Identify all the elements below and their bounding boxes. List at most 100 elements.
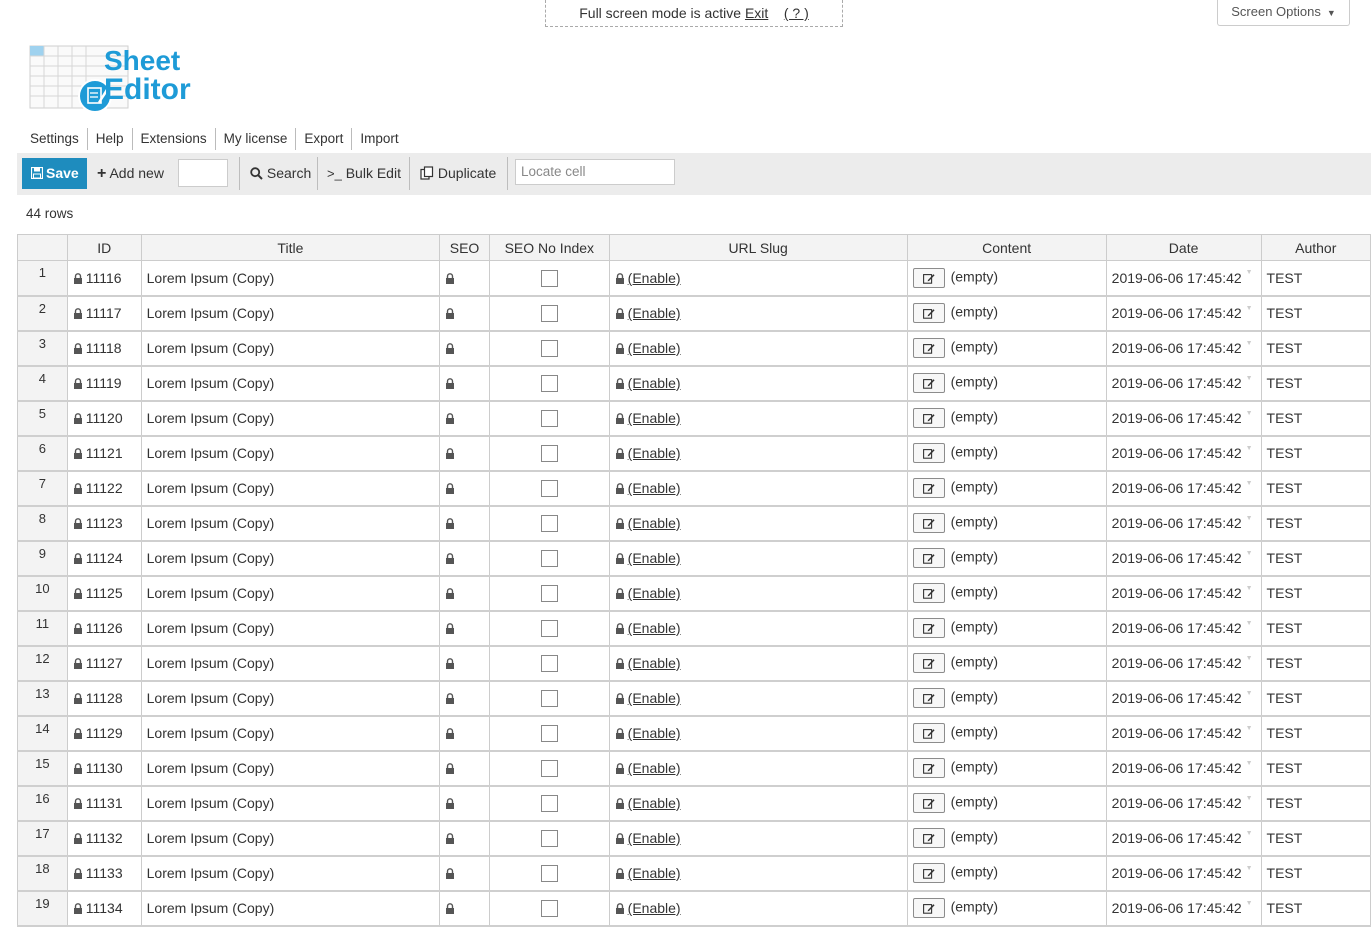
cell-date[interactable]: 2019-06-06 17:45:42 ▼: [1105, 680, 1262, 717]
cell-title[interactable]: Lorem Ipsum (Copy): [140, 785, 441, 822]
cell-url-slug[interactable]: (Enable): [608, 540, 908, 577]
cell-content[interactable]: (empty): [906, 890, 1107, 927]
cell-seo-no-index[interactable]: [488, 610, 610, 647]
cell-url-slug[interactable]: (Enable): [608, 330, 908, 367]
cell-url-slug[interactable]: (Enable): [608, 400, 908, 437]
cell-author[interactable]: TEST: [1260, 645, 1371, 682]
cell-id[interactable]: 11133: [66, 855, 142, 892]
cell-seo[interactable]: [439, 680, 490, 717]
cell-seo[interactable]: [439, 890, 490, 927]
cell-url-slug[interactable]: (Enable): [608, 855, 908, 892]
cell-seo[interactable]: [439, 820, 490, 857]
cell-date[interactable]: 2019-06-06 17:45:42 ▼: [1105, 890, 1262, 927]
cell-date[interactable]: 2019-06-06 17:45:42 ▼: [1105, 470, 1262, 507]
date-picker-arrow-icon[interactable]: ▼: [1246, 269, 1253, 276]
cell-id[interactable]: 11134: [66, 890, 142, 927]
seo-no-index-checkbox[interactable]: [540, 514, 558, 532]
cell-id[interactable]: 11122: [66, 470, 142, 507]
cell-author[interactable]: TEST: [1260, 785, 1371, 822]
url-slug-enable-link[interactable]: (Enable): [628, 725, 681, 741]
url-slug-enable-link[interactable]: (Enable): [628, 550, 681, 566]
menu-item-settings[interactable]: Settings: [22, 128, 88, 150]
cell-seo-no-index[interactable]: [488, 435, 610, 472]
url-slug-enable-link[interactable]: (Enable): [628, 270, 681, 286]
cell-seo-no-index[interactable]: [488, 855, 610, 892]
date-picker-arrow-icon[interactable]: ▼: [1246, 550, 1253, 557]
cell-author[interactable]: TEST: [1260, 540, 1371, 577]
cell-author[interactable]: TEST: [1260, 610, 1371, 647]
column-header-url-slug[interactable]: URL Slug: [608, 234, 908, 261]
cell-seo-no-index[interactable]: [488, 400, 610, 437]
url-slug-enable-link[interactable]: (Enable): [628, 445, 681, 461]
url-slug-enable-link[interactable]: (Enable): [628, 690, 681, 706]
date-picker-arrow-icon[interactable]: ▼: [1246, 445, 1253, 452]
cell-seo-no-index[interactable]: [488, 260, 610, 297]
cell-author[interactable]: TEST: [1260, 400, 1371, 437]
column-header-author[interactable]: Author: [1260, 234, 1371, 261]
cell-id[interactable]: 11123: [66, 505, 142, 542]
cell-content[interactable]: (empty): [906, 820, 1107, 857]
cell-seo-no-index[interactable]: [488, 645, 610, 682]
date-picker-arrow-icon[interactable]: ▼: [1246, 900, 1253, 907]
cell-date[interactable]: 2019-06-06 17:45:42 ▼: [1105, 645, 1262, 682]
cell-title[interactable]: Lorem Ipsum (Copy): [140, 505, 441, 542]
content-edit-button[interactable]: [912, 478, 945, 498]
cell-content[interactable]: (empty): [906, 365, 1107, 402]
cell-author[interactable]: TEST: [1260, 470, 1371, 507]
url-slug-enable-link[interactable]: (Enable): [628, 900, 681, 916]
cell-date[interactable]: 2019-06-06 17:45:42 ▼: [1105, 785, 1262, 822]
seo-no-index-checkbox[interactable]: [540, 899, 558, 917]
content-edit-button[interactable]: [912, 758, 945, 778]
row-number[interactable]: 8: [17, 505, 68, 542]
cell-title[interactable]: Lorem Ipsum (Copy): [140, 855, 441, 892]
date-picker-arrow-icon[interactable]: ▼: [1246, 305, 1253, 312]
cell-author[interactable]: TEST: [1260, 575, 1371, 612]
url-slug-enable-link[interactable]: (Enable): [628, 620, 681, 636]
seo-no-index-checkbox[interactable]: [540, 304, 558, 322]
url-slug-enable-link[interactable]: (Enable): [628, 480, 681, 496]
date-picker-arrow-icon[interactable]: ▼: [1246, 515, 1253, 522]
cell-id[interactable]: 11127: [66, 645, 142, 682]
cell-date[interactable]: 2019-06-06 17:45:42 ▼: [1105, 540, 1262, 577]
cell-seo-no-index[interactable]: [488, 540, 610, 577]
cell-seo-no-index[interactable]: [488, 715, 610, 752]
cell-id[interactable]: 11125: [66, 575, 142, 612]
cell-author[interactable]: TEST: [1260, 505, 1371, 542]
cell-content[interactable]: (empty): [906, 575, 1107, 612]
cell-content[interactable]: (empty): [906, 400, 1107, 437]
cell-seo[interactable]: [439, 435, 490, 472]
date-picker-arrow-icon[interactable]: ▼: [1246, 795, 1253, 802]
content-edit-button[interactable]: [912, 653, 945, 673]
cell-url-slug[interactable]: (Enable): [608, 610, 908, 647]
row-number[interactable]: 12: [17, 645, 68, 682]
cell-author[interactable]: TEST: [1260, 820, 1371, 857]
row-number[interactable]: 15: [17, 750, 68, 787]
content-edit-button[interactable]: [912, 583, 945, 603]
cell-date[interactable]: 2019-06-06 17:45:42 ▼: [1105, 575, 1262, 612]
seo-no-index-checkbox[interactable]: [540, 269, 558, 287]
content-edit-button[interactable]: [912, 513, 945, 533]
cell-title[interactable]: Lorem Ipsum (Copy): [140, 820, 441, 857]
date-picker-arrow-icon[interactable]: ▼: [1246, 725, 1253, 732]
cell-title[interactable]: Lorem Ipsum (Copy): [140, 610, 441, 647]
cell-id[interactable]: 11118: [66, 330, 142, 367]
menu-item-my-license[interactable]: My license: [216, 128, 297, 150]
add-new-button[interactable]: + Add new: [97, 159, 164, 188]
seo-no-index-checkbox[interactable]: [540, 584, 558, 602]
cell-author[interactable]: TEST: [1260, 680, 1371, 717]
cell-seo[interactable]: [439, 470, 490, 507]
date-picker-arrow-icon[interactable]: ▼: [1246, 760, 1253, 767]
cell-content[interactable]: (empty): [906, 295, 1107, 332]
cell-url-slug[interactable]: (Enable): [608, 575, 908, 612]
cell-url-slug[interactable]: (Enable): [608, 715, 908, 752]
cell-title[interactable]: Lorem Ipsum (Copy): [140, 295, 441, 332]
content-edit-button[interactable]: [912, 618, 945, 638]
cell-id[interactable]: 11121: [66, 435, 142, 472]
row-number[interactable]: 10: [17, 575, 68, 612]
cell-date[interactable]: 2019-06-06 17:45:42 ▼: [1105, 435, 1262, 472]
column-header-title[interactable]: Title: [140, 234, 441, 261]
cell-date[interactable]: 2019-06-06 17:45:42 ▼: [1105, 400, 1262, 437]
menu-item-extensions[interactable]: Extensions: [133, 128, 216, 150]
cell-url-slug[interactable]: (Enable): [608, 680, 908, 717]
date-picker-arrow-icon[interactable]: ▼: [1246, 375, 1253, 382]
